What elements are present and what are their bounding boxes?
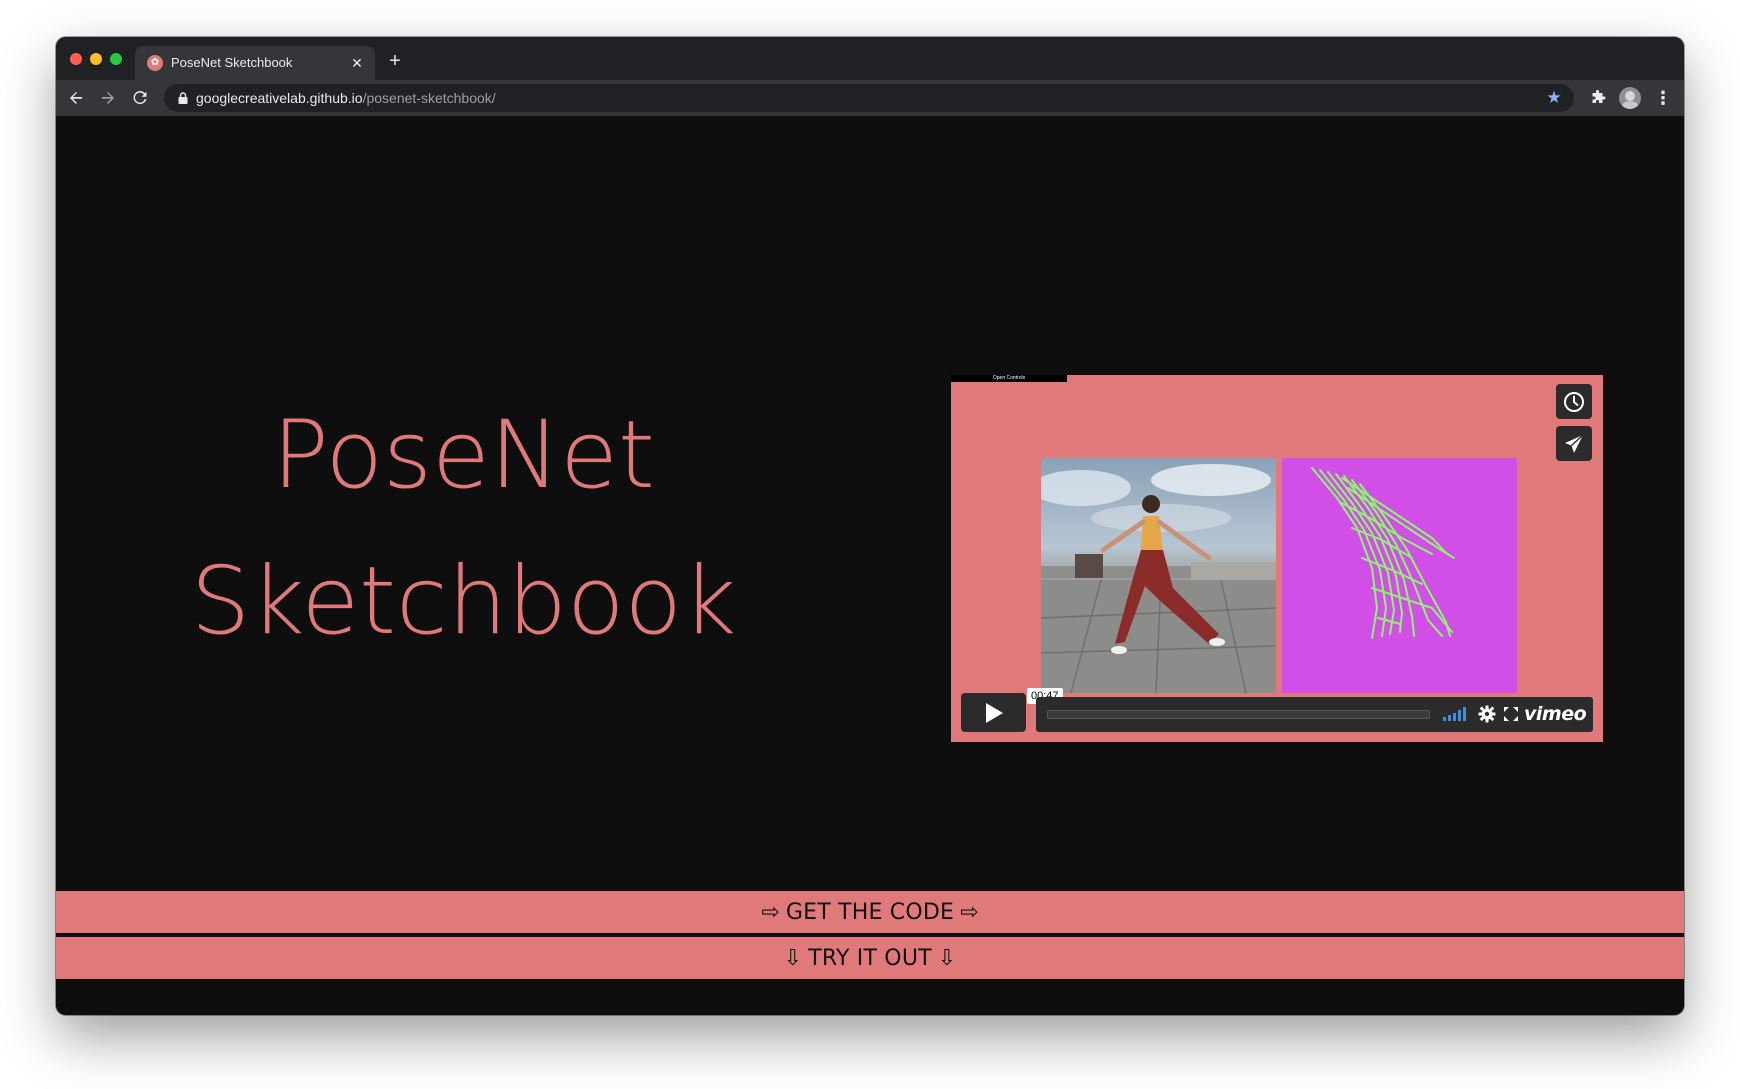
down-arrow-icon: ⇩	[937, 945, 957, 971]
vimeo-logo[interactable]: vimeo	[1524, 703, 1587, 725]
play-icon	[985, 702, 1003, 723]
tab-strip: ✿ PoseNet Sketchbook ✕ +	[56, 37, 1684, 80]
screen: ✿ PoseNet Sketchbook ✕ + googlecreativel…	[0, 0, 1740, 1089]
watch-later-button[interactable]	[1556, 384, 1592, 419]
seek-bar[interactable]	[1047, 710, 1430, 719]
get-the-code-button[interactable]: ⇨ GET THE CODE ⇨	[56, 889, 1684, 933]
tab-posenet-sketchbook[interactable]: ✿ PoseNet Sketchbook ✕	[135, 46, 375, 80]
title-line-1: PoseNet	[272, 401, 655, 510]
get-the-code-label: GET THE CODE	[785, 899, 955, 925]
vimeo-player[interactable]: Open Controls 00:47 vimeo	[951, 375, 1603, 742]
page-title: PoseNet Sketchbook	[56, 383, 871, 675]
browser-window: ✿ PoseNet Sketchbook ✕ + googlecreativel…	[56, 37, 1684, 1015]
clock-icon	[1564, 391, 1584, 412]
reload-icon[interactable]	[128, 86, 152, 110]
url-path: /posenet-sketchbook/	[362, 90, 496, 106]
gear-icon[interactable]	[1478, 705, 1496, 723]
url-text: googlecreativelab.github.io/posenet-sket…	[196, 90, 496, 106]
volume-icon[interactable]	[1443, 707, 1467, 721]
paper-plane-icon	[1565, 433, 1584, 453]
title-line-2: Sketchbook	[190, 547, 737, 656]
share-button[interactable]	[1556, 426, 1592, 461]
forward-arrow-icon[interactable]	[96, 86, 120, 110]
right-arrow-icon: ⇨	[761, 899, 780, 925]
play-button[interactable]	[961, 693, 1026, 732]
new-tab-button[interactable]: +	[383, 49, 407, 73]
lock-icon[interactable]	[176, 91, 190, 105]
try-it-out-label: TRY IT OUT	[808, 945, 932, 971]
kebab-menu-icon[interactable]: ⋮	[1653, 87, 1673, 109]
close-tab-icon[interactable]: ✕	[347, 53, 367, 73]
maximize-window-button[interactable]	[110, 53, 122, 65]
open-controls-button[interactable]: Open Controls	[951, 375, 1067, 382]
minimize-window-button[interactable]	[90, 53, 102, 65]
player-control-bar: vimeo	[1036, 697, 1593, 732]
tab-title: PoseNet Sketchbook	[171, 55, 293, 70]
back-arrow-icon[interactable]	[64, 86, 88, 110]
try-it-out-button[interactable]: ⇩ TRY IT OUT ⇩	[56, 935, 1684, 979]
favicon-icon: ✿	[147, 55, 163, 71]
dancer-video-frame	[1041, 458, 1276, 693]
profile-avatar[interactable]	[1619, 87, 1641, 109]
address-bar[interactable]: googlecreativelab.github.io/posenet-sket…	[164, 84, 1574, 112]
right-arrow-icon: ⇨	[960, 899, 979, 925]
url-host: googlecreativelab.github.io	[196, 90, 363, 106]
browser-toolbar: googlecreativelab.github.io/posenet-sket…	[56, 80, 1684, 116]
fullscreen-icon[interactable]	[1503, 706, 1519, 722]
star-icon[interactable]: ★	[1544, 88, 1564, 108]
skeleton-sketch-frame	[1282, 458, 1517, 693]
puzzle-icon[interactable]	[1588, 88, 1608, 108]
close-window-button[interactable]	[70, 53, 82, 65]
down-arrow-icon: ⇩	[783, 945, 803, 971]
page-content: PoseNet Sketchbook Open Controls 00:47 v…	[56, 116, 1684, 1015]
